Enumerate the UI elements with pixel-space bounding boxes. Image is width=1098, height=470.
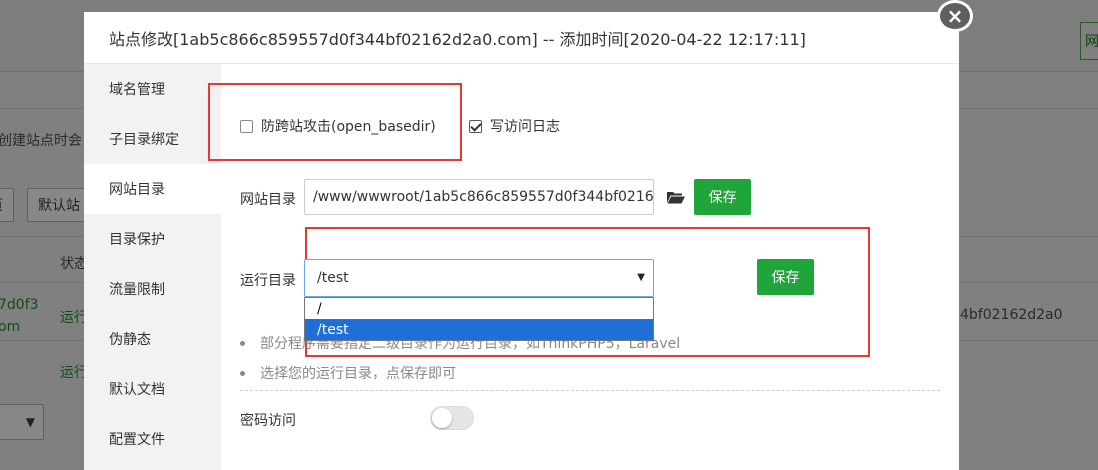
background-page-button: 页	[0, 188, 14, 222]
sidebar-item-label: 流量限制	[109, 282, 165, 298]
sidebar-item-label: 域名管理	[109, 82, 165, 98]
sidebar-item-label: 配置文件	[109, 432, 165, 448]
sidebar-item-site-directory[interactable]: 网站目录	[84, 164, 221, 214]
sidebar-item-default-document[interactable]: 默认文档	[84, 364, 221, 414]
sidebar-item-directory-protection[interactable]: 目录保护	[84, 214, 221, 264]
background-create-site-text: 创建站点时会	[0, 133, 82, 149]
close-icon[interactable]: ×	[937, 0, 973, 32]
chevron-down-icon: ▼	[25, 415, 35, 429]
run-dir-save-button[interactable]: 保存	[757, 259, 814, 295]
chevron-down-icon: ▼	[637, 272, 645, 283]
sidebar-item-label: 伪静态	[109, 332, 151, 348]
site-dir-save-button[interactable]: 保存	[694, 179, 751, 215]
password-access-toggle[interactable]	[430, 406, 474, 430]
sidebar-item-subdirectory-binding[interactable]: 子目录绑定	[84, 114, 221, 164]
sidebar-item-config-file[interactable]: 配置文件	[84, 414, 221, 464]
sidebar-item-label: 网站目录	[109, 182, 165, 198]
anti-xss-label: 防跨站攻击(open_basedir)	[261, 119, 436, 135]
run-dir-dropdown: / /test	[304, 297, 654, 341]
modal-content: 防跨站攻击(open_basedir) 写访问日志 网站目录 /www/wwwr…	[208, 64, 959, 470]
sidebar-item-label: 默认文档	[109, 382, 165, 398]
folder-open-icon[interactable]	[667, 191, 685, 204]
access-log-label: 写访问日志	[490, 119, 560, 135]
access-log-option[interactable]: 写访问日志	[469, 116, 560, 136]
anti-xss-checkbox[interactable]	[240, 119, 253, 133]
background-domain-tail: 4bf02162d2a0	[960, 307, 1063, 323]
modal-sidebar: 域名管理 子目录绑定 网站目录 目录保护 流量限制 伪静态 默认文档 配置文件	[84, 64, 221, 470]
sidebar-item-rewrite[interactable]: 伪静态	[84, 314, 221, 364]
run-dir-label: 运行目录	[240, 273, 296, 289]
sidebar-item-label: 目录保护	[109, 232, 165, 248]
background-select: ▼	[0, 404, 44, 440]
toggle-knob	[432, 408, 452, 428]
dropdown-option[interactable]: /	[305, 298, 653, 319]
access-log-checkbox[interactable]	[469, 119, 482, 133]
run-dir-select[interactable]: /test ▼	[304, 259, 654, 297]
site-dir-label: 网站目录	[240, 192, 296, 208]
modal-title: 站点修改[1ab5c866c859557d0f344bf02162d2a0.co…	[84, 12, 959, 64]
password-access-label: 密码访问	[240, 413, 296, 429]
background-site-id-line2: om	[0, 319, 21, 335]
background-right-button: 网	[1080, 22, 1098, 60]
anti-xss-option[interactable]: 防跨站攻击(open_basedir)	[240, 116, 436, 136]
background-site-id-line1: 7d0f3	[0, 297, 39, 313]
sidebar-item-traffic-limit[interactable]: 流量限制	[84, 264, 221, 314]
dropdown-option-selected[interactable]: /test	[305, 319, 653, 340]
site-edit-modal: 站点修改[1ab5c866c859557d0f344bf02162d2a0.co…	[84, 12, 959, 470]
site-dir-input[interactable]: /www/wwwroot/1ab5c866c859557d0f344bf0216…	[304, 179, 654, 215]
tip-item: 选择您的运行目录，点保存即可	[240, 358, 680, 388]
sidebar-item-domain-management[interactable]: 域名管理	[84, 64, 221, 114]
sidebar-item-label: 子目录绑定	[109, 132, 179, 148]
divider	[240, 390, 940, 391]
run-dir-selected-value: /test	[317, 270, 349, 286]
background-default-site-button: 默认站	[27, 188, 91, 222]
